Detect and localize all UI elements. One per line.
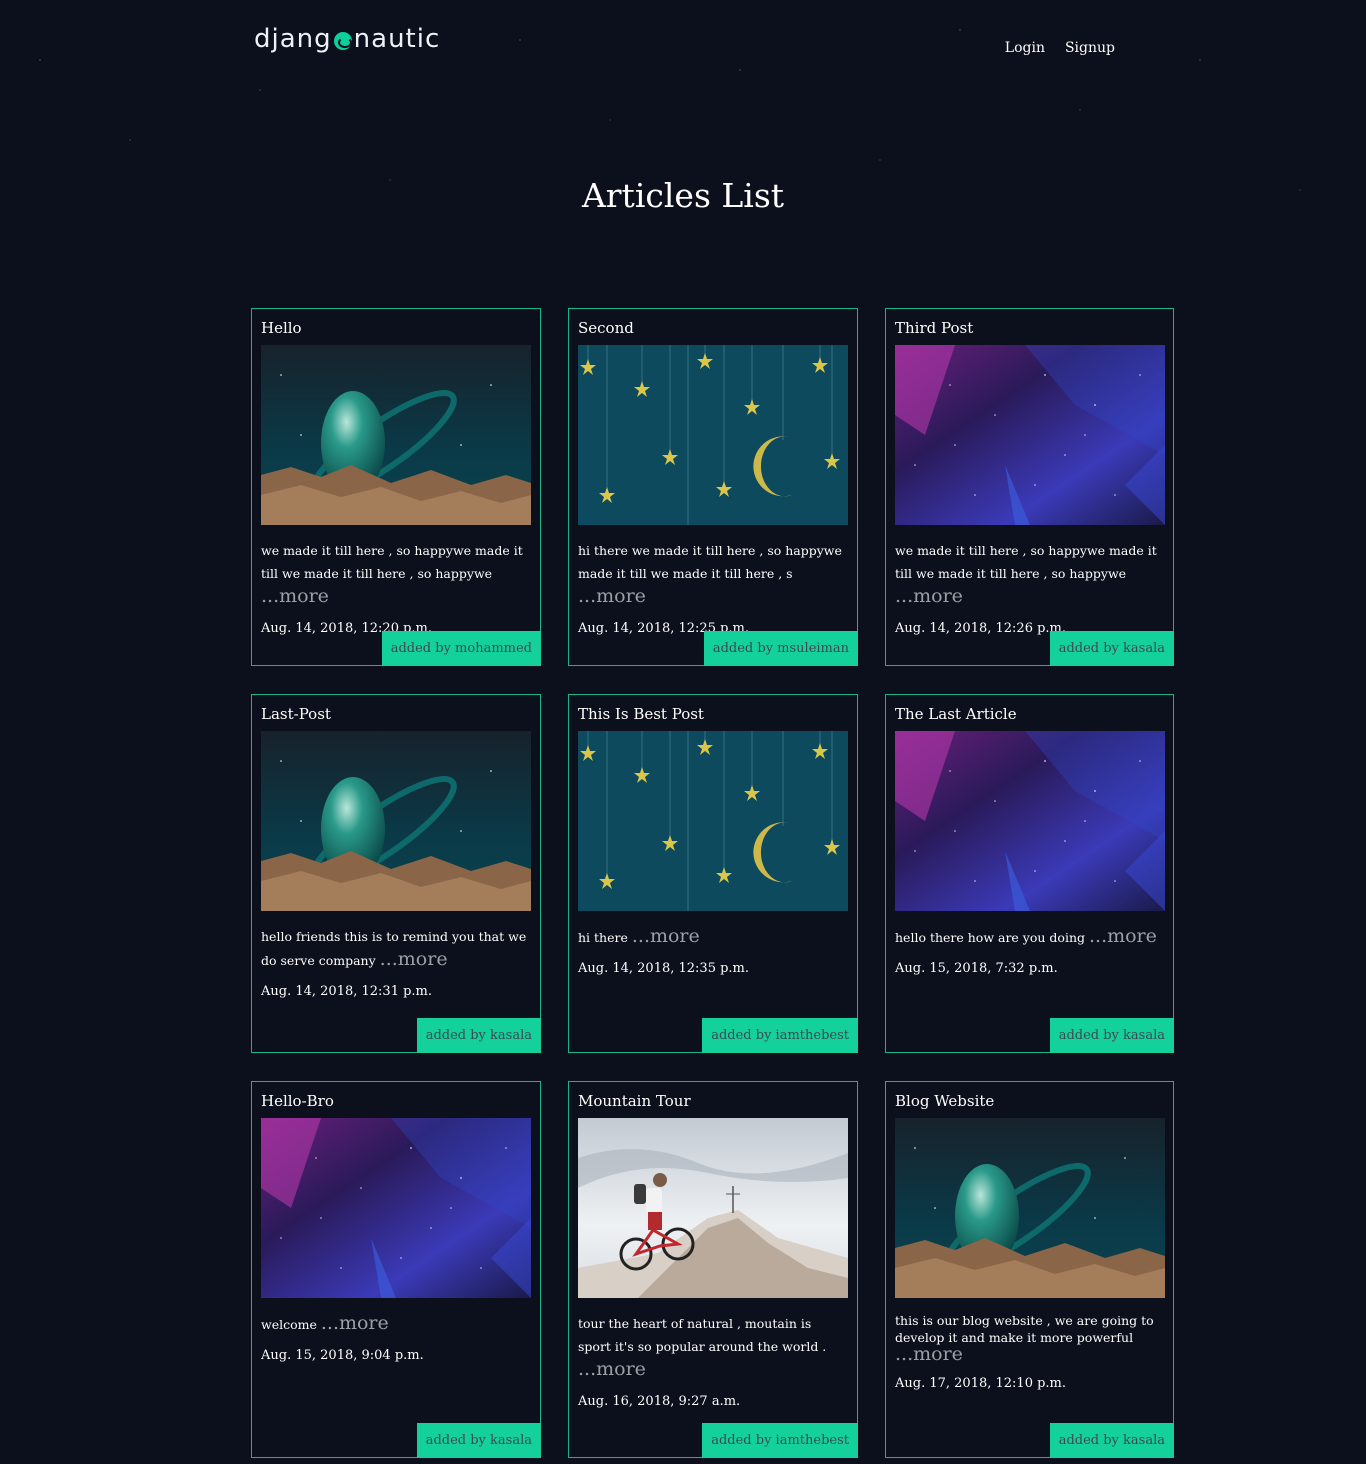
article-title[interactable]: Blog Website (895, 1091, 1164, 1118)
excerpt-text: hi there we made it till here , so happy… (578, 543, 842, 581)
article-date: Aug. 17, 2018, 12:10 p.m. (895, 1376, 1067, 1391)
site-logo[interactable]: djang nautic (254, 24, 440, 54)
author-badge: added by kasala (1049, 1018, 1174, 1053)
excerpt-text: we made it till here , so happywe made i… (261, 543, 523, 581)
read-more-link[interactable]: ...more (895, 1343, 963, 1365)
article-title[interactable]: Third Post (895, 318, 1164, 345)
article-card[interactable]: Mountain Tour tour the heart of natural … (568, 1081, 858, 1458)
article-date: Aug. 15, 2018, 7:32 p.m. (895, 961, 1058, 976)
galaxy-image (895, 731, 1165, 911)
galaxy-image (261, 1118, 531, 1298)
article-excerpt: we made it till here , so happywe made i… (895, 539, 1164, 609)
author-badge: added by kasala (416, 1423, 541, 1458)
stars-moon-image (578, 345, 848, 525)
article-excerpt: we made it till here , so happywe made i… (261, 539, 531, 609)
article-title[interactable]: Last-Post (261, 704, 531, 731)
article-card[interactable]: Second hi there we made it till here , s… (568, 308, 858, 666)
top-nav: Login Signup (1005, 40, 1115, 56)
article-card[interactable]: Third Post we made it till here , so hap… (885, 308, 1174, 666)
read-more-link[interactable]: ...more (895, 585, 963, 607)
read-more-link[interactable]: ...more (380, 948, 448, 970)
article-title[interactable]: This Is Best Post (578, 704, 848, 731)
planet-image (261, 345, 531, 525)
excerpt-text: welcome (261, 1317, 317, 1332)
login-link[interactable]: Login (1005, 40, 1045, 56)
page-title: Articles List (581, 176, 785, 215)
read-more-link[interactable]: ...more (578, 1358, 646, 1380)
planet-image (895, 1118, 1165, 1298)
read-more-link[interactable]: ...more (1089, 925, 1157, 947)
article-card[interactable]: The Last Article hello there how are you… (885, 694, 1174, 1053)
article-date: Aug. 14, 2018, 12:35 p.m. (578, 961, 750, 976)
excerpt-text: this is our blog website , we are going … (895, 1313, 1154, 1345)
articles-grid: Hello we made it till here , so happywe … (251, 308, 1174, 1458)
article-date: Aug. 14, 2018, 12:31 p.m. (261, 984, 433, 999)
mountain-bike-image (578, 1118, 848, 1298)
article-excerpt: hi there ...more (578, 925, 848, 949)
author-badge: added by kasala (1049, 1423, 1174, 1458)
logo-o-icon (333, 31, 352, 50)
article-card[interactable]: Hello we made it till here , so happywe … (251, 308, 541, 666)
author-badge: added by mohammed (381, 631, 541, 666)
read-more-link[interactable]: ...more (321, 1312, 389, 1334)
galaxy-image (895, 345, 1165, 525)
signup-link[interactable]: Signup (1065, 40, 1115, 56)
read-more-link[interactable]: ...more (578, 585, 646, 607)
article-title[interactable]: Hello-Bro (261, 1091, 531, 1118)
author-badge: added by msuleiman (703, 631, 858, 666)
article-card[interactable]: This Is Best Post hi there ...more Aug. 1… (568, 694, 858, 1053)
author-badge: added by kasala (1049, 631, 1174, 666)
excerpt-text: hello there how are you doing (895, 930, 1085, 945)
article-excerpt: this is our blog website , we are going … (895, 1312, 1164, 1364)
excerpt-text: we made it till here , so happywe made i… (895, 543, 1157, 581)
article-card[interactable]: Hello-Bro welcome ...more Aug. 15, 2018, … (251, 1081, 541, 1458)
read-more-link[interactable]: ...more (261, 585, 329, 607)
article-excerpt: tour the heart of natural , moutain is s… (578, 1312, 848, 1382)
article-card[interactable]: Last-Post hello friends this is to remin… (251, 694, 541, 1053)
article-title[interactable]: Second (578, 318, 848, 345)
excerpt-text: hi there (578, 930, 628, 945)
article-title[interactable]: Mountain Tour (578, 1091, 848, 1118)
planet-image (261, 731, 531, 911)
article-title[interactable]: Hello (261, 318, 531, 345)
excerpt-text: tour the heart of natural , moutain is s… (578, 1316, 827, 1354)
article-title[interactable]: The Last Article (895, 704, 1164, 731)
author-badge: added by iamthebest (702, 1423, 858, 1458)
article-date: Aug. 15, 2018, 9:04 p.m. (261, 1348, 424, 1363)
author-badge: added by kasala (416, 1018, 541, 1053)
article-date: Aug. 16, 2018, 9:27 a.m. (578, 1394, 741, 1409)
stars-moon-image (578, 731, 848, 911)
site-header: djang nautic Login Signup (0, 0, 1366, 90)
article-card[interactable]: Blog Website this is our blog website , … (885, 1081, 1174, 1458)
read-more-link[interactable]: ...more (632, 925, 700, 947)
article-excerpt: hi there we made it till here , so happy… (578, 539, 848, 609)
article-excerpt: welcome ...more (261, 1312, 531, 1336)
article-excerpt: hello there how are you doing ...more (895, 925, 1164, 949)
author-badge: added by iamthebest (702, 1018, 858, 1053)
article-excerpt: hello friends this is to remind you that… (261, 925, 531, 972)
